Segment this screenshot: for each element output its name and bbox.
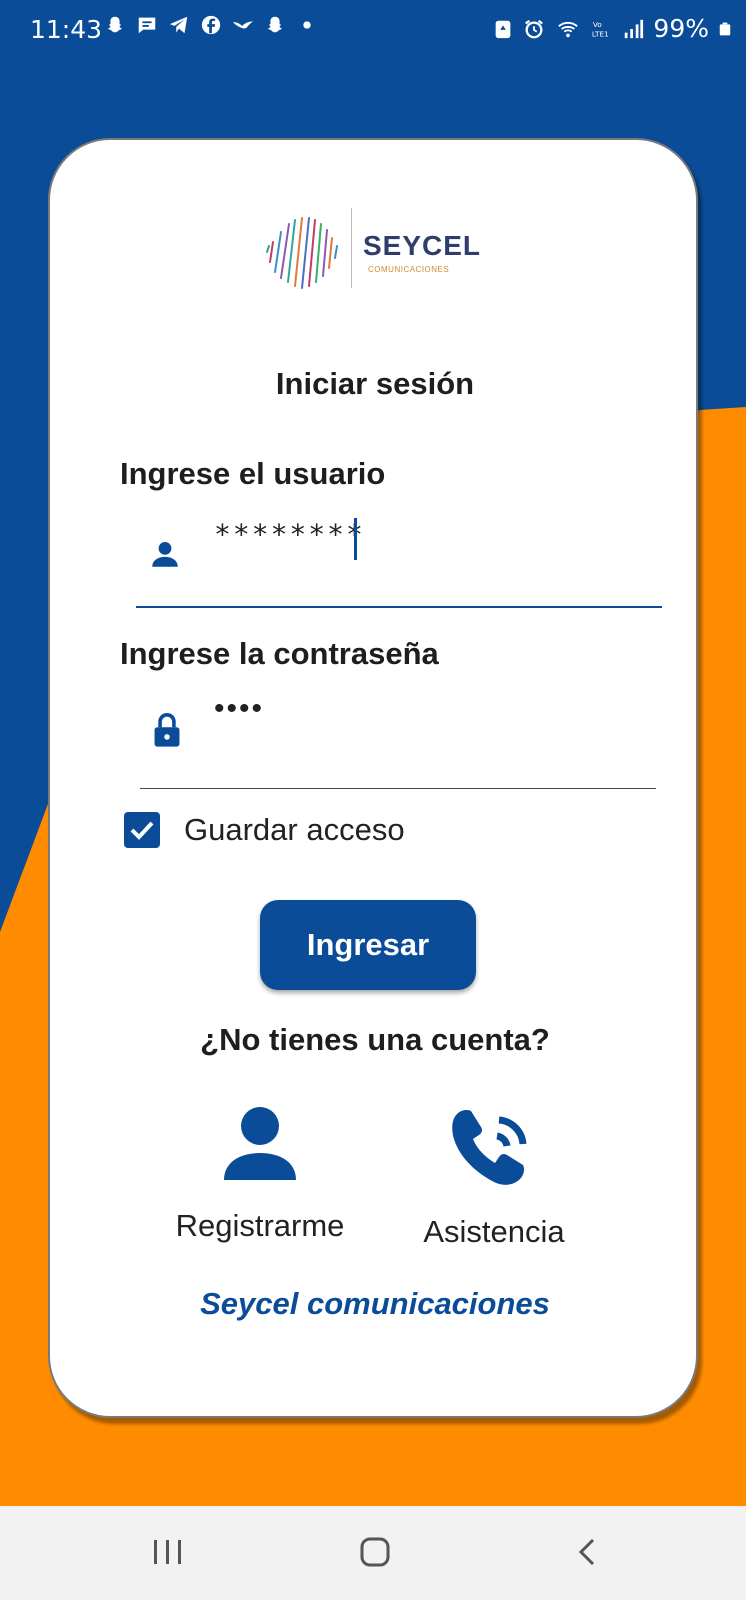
footer-brand: Seycel comunicaciones — [200, 1286, 550, 1321]
help-label[interactable]: Asistencia — [394, 1214, 594, 1250]
help-action[interactable]: Asistencia — [394, 1106, 594, 1250]
register-action[interactable]: Registrarme — [160, 1106, 360, 1244]
username-underline — [136, 606, 662, 608]
signal-icon — [625, 19, 644, 38]
login-button[interactable]: Ingresar — [260, 900, 476, 990]
system-icons: Vo LTE1 99% — [492, 14, 732, 43]
telegram-icon — [169, 16, 188, 34]
lte-icon: VoLTE1 — [592, 20, 609, 38]
login-card: SEYCEL COMUNICACIONES Iniciar sesión Ing… — [48, 138, 698, 1418]
alarm-icon — [525, 19, 544, 38]
password-label: Ingrese la contraseña — [120, 636, 439, 671]
username-input[interactable]: ******** — [214, 518, 365, 551]
bird-icon — [232, 21, 254, 29]
svg-text:LTE1: LTE1 — [592, 29, 609, 38]
snapchat-icon — [107, 16, 123, 33]
user-icon — [152, 541, 178, 567]
snapchat-icon — [267, 16, 283, 33]
no-account-text: ¿No tienes una cuenta? — [200, 1022, 550, 1057]
remember-label[interactable]: Guardar acceso — [184, 812, 405, 848]
text-caret — [354, 518, 357, 560]
page-title: Iniciar sesión — [275, 366, 475, 401]
logo-subtitle: COMUNICACIONES — [368, 265, 450, 274]
recents-icon[interactable] — [150, 1534, 186, 1570]
dot-icon — [303, 21, 311, 29]
checkmark-icon — [130, 821, 154, 840]
home-icon[interactable] — [357, 1534, 393, 1570]
password-underline — [140, 788, 656, 789]
status-bar: 11:43 Vo LTE1 99% — [0, 0, 746, 52]
recycle-icon — [496, 20, 511, 38]
register-label[interactable]: Registrarme — [160, 1208, 360, 1244]
notification-icons — [104, 14, 318, 36]
person-icon — [224, 1107, 296, 1180]
navigation-bar — [0, 1506, 746, 1600]
battery-icon — [719, 22, 731, 35]
seycel-logo: SEYCEL COMUNICACIONES — [255, 202, 485, 294]
svg-text:Vo: Vo — [593, 20, 602, 29]
username-label: Ingrese el usuario — [120, 456, 386, 491]
fingerprint-logo-icon — [266, 217, 338, 289]
facebook-icon — [201, 15, 221, 35]
status-time: 11:43 — [30, 15, 103, 44]
phone-call-icon — [452, 1110, 527, 1185]
logo-brand-text: SEYCEL — [363, 230, 482, 261]
remember-checkbox[interactable] — [124, 812, 160, 848]
password-input[interactable]: •••• — [214, 692, 264, 726]
battery-percent: 99% — [653, 14, 709, 43]
message-icon — [138, 17, 156, 34]
logo-divider — [351, 208, 352, 288]
lock-icon — [154, 712, 180, 747]
back-icon[interactable] — [570, 1534, 606, 1570]
wifi-icon — [558, 21, 579, 37]
